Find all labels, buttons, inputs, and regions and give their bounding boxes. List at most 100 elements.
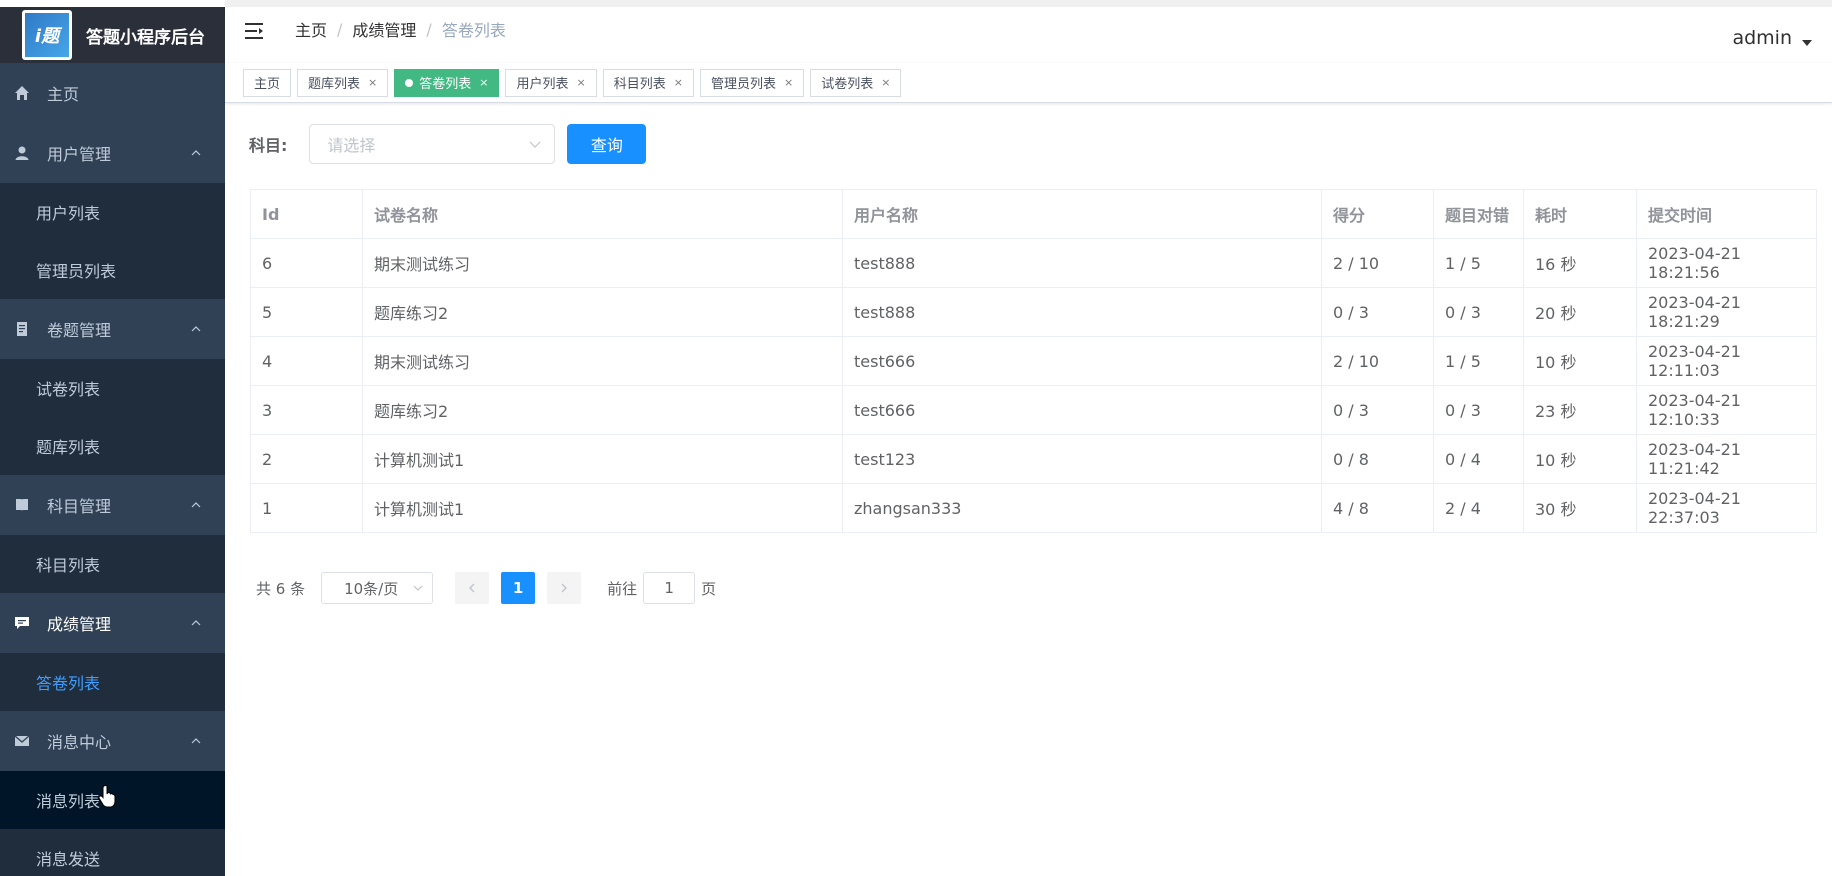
mail-icon <box>14 733 30 749</box>
cell-user-name: test666 <box>842 385 1322 435</box>
cell-user-name: test888 <box>842 238 1322 288</box>
tag-question-bank-list[interactable]: 题库列表 × <box>297 68 389 97</box>
table-row[interactable]: 5 题库练习2 test888 0 / 3 0 / 3 20 秒 2023-04… <box>250 287 1817 337</box>
sidebar-item-label: 主页 <box>47 85 80 104</box>
sidebar-item-paper-management[interactable]: 卷题管理 <box>0 299 225 359</box>
table-row[interactable]: 3 题库练习2 test666 0 / 3 0 / 3 23 秒 2023-04… <box>250 385 1817 435</box>
subject-label: 科目: <box>249 136 288 155</box>
tag-answer-list[interactable]: 答卷列表 × <box>394 68 500 97</box>
tag-home[interactable]: 主页 <box>243 68 292 97</box>
column-header-id[interactable]: Id <box>250 189 363 239</box>
cell-submit-time: 2023-04-21 12:10:33 <box>1636 385 1817 435</box>
answer-table: Id 试卷名称 用户名称 得分 题目对错 耗时 提交时间 6 期末测试练习 te… <box>250 189 1817 533</box>
tag-admin-list[interactable]: 管理员列表 × <box>699 68 805 97</box>
chevron-down-icon <box>413 585 423 591</box>
sidebar-item-score-management[interactable]: 成绩管理 <box>0 593 225 653</box>
close-icon[interactable]: × <box>784 76 793 89</box>
breadcrumb-current: 答卷列表 <box>441 21 506 40</box>
close-icon[interactable]: × <box>368 76 377 89</box>
table-row[interactable]: 1 计算机测试1 zhangsan333 4 / 8 2 / 4 30 秒 20… <box>250 483 1817 533</box>
close-icon[interactable]: × <box>479 76 488 89</box>
cell-submit-time: 2023-04-21 12:11:03 <box>1636 336 1817 386</box>
cell-id: 2 <box>250 434 363 484</box>
pagination-jumper: 前往 1 页 <box>607 572 716 604</box>
user-menu[interactable]: admin <box>1732 27 1812 49</box>
chevron-left-icon <box>469 583 475 593</box>
tag-label: 题库列表 <box>308 77 361 92</box>
hamburger-icon[interactable] <box>245 22 267 40</box>
goto-page-input[interactable]: 1 <box>643 572 696 604</box>
cell-paper-name: 期末测试练习 <box>362 336 843 386</box>
chevron-up-icon <box>191 326 201 332</box>
cell-score: 2 / 10 <box>1321 336 1434 386</box>
column-header-correct-ratio[interactable]: 题目对错 <box>1433 189 1524 239</box>
sidebar-item-label: 成绩管理 <box>47 615 112 634</box>
sidebar-item-home[interactable]: 主页 <box>0 63 225 123</box>
tag-label: 主页 <box>254 77 281 92</box>
page-size-value: 10条/页 <box>344 579 399 598</box>
cell-duration: 23 秒 <box>1523 385 1637 435</box>
cell-correct-ratio: 0 / 3 <box>1433 287 1524 337</box>
sidebar-item-message-center[interactable]: 消息中心 <box>0 711 225 771</box>
sidebar-item-user-list[interactable]: 用户列表 <box>0 183 225 241</box>
subject-select[interactable]: 请选择 <box>309 124 556 164</box>
prev-page-button[interactable] <box>455 572 490 604</box>
table-row[interactable]: 6 期末测试练习 test888 2 / 10 1 / 5 16 秒 2023-… <box>250 238 1817 288</box>
cell-paper-name: 题库练习2 <box>362 385 843 435</box>
tag-label: 试卷列表 <box>821 77 874 92</box>
tag-subject-list[interactable]: 科目列表 × <box>602 68 694 97</box>
table-row[interactable]: 2 计算机测试1 test123 0 / 8 0 / 4 10 秒 2023-0… <box>250 434 1817 484</box>
chevron-up-icon <box>191 150 201 156</box>
sidebar-item-subject-list[interactable]: 科目列表 <box>0 535 225 593</box>
next-page-button[interactable] <box>547 572 582 604</box>
sidebar-item-user-management[interactable]: 用户管理 <box>0 123 225 183</box>
sidebar-item-question-bank-list[interactable]: 题库列表 <box>0 417 225 475</box>
sidebar-item-label: 卷题管理 <box>47 321 112 340</box>
sidebar-item-admin-list[interactable]: 管理员列表 <box>0 241 225 299</box>
chevron-up-icon <box>191 502 201 508</box>
cell-duration: 10 秒 <box>1523 434 1637 484</box>
tag-user-list[interactable]: 用户列表 × <box>505 68 597 97</box>
breadcrumb-separator: / <box>426 19 432 39</box>
chat-icon <box>14 615 30 631</box>
sidebar-item-message-send[interactable]: 消息发送 <box>0 829 225 876</box>
sidebar-item-label: 消息中心 <box>47 733 112 752</box>
cell-id: 6 <box>250 238 363 288</box>
sidebar-item-answer-list[interactable]: 答卷列表 <box>0 653 225 711</box>
breadcrumb-home[interactable]: 主页 <box>295 17 327 41</box>
column-header-duration[interactable]: 耗时 <box>1523 189 1637 239</box>
cell-id: 5 <box>250 287 363 337</box>
column-header-submit-time[interactable]: 提交时间 <box>1636 189 1817 239</box>
close-icon[interactable]: × <box>881 76 890 89</box>
brand[interactable]: i题 答题小程序后台 <box>0 0 225 63</box>
page-number-button[interactable]: 1 <box>501 572 536 604</box>
cell-correct-ratio: 0 / 3 <box>1433 385 1524 435</box>
sidebar-item-paper-list[interactable]: 试卷列表 <box>0 359 225 417</box>
pagination-total: 共 6 条 <box>256 579 306 598</box>
column-header-user-name[interactable]: 用户名称 <box>842 189 1322 239</box>
query-button[interactable]: 查询 <box>567 124 647 164</box>
tag-label: 用户列表 <box>516 77 569 92</box>
chevron-right-icon <box>561 583 568 593</box>
book-icon <box>14 497 30 513</box>
username: admin <box>1732 27 1792 49</box>
chevron-down-icon <box>529 141 541 148</box>
tag-paper-list[interactable]: 试卷列表 × <box>810 68 902 97</box>
close-icon[interactable]: × <box>674 76 683 89</box>
sidebar-item-label: 用户管理 <box>47 145 112 164</box>
cell-paper-name: 期末测试练习 <box>362 238 843 288</box>
cell-correct-ratio: 2 / 4 <box>1433 483 1524 533</box>
page-size-select[interactable]: 10条/页 <box>321 572 434 604</box>
column-header-score[interactable]: 得分 <box>1321 189 1434 239</box>
cell-score: 2 / 10 <box>1321 238 1434 288</box>
close-icon[interactable]: × <box>577 76 586 89</box>
cell-duration: 30 秒 <box>1523 483 1637 533</box>
column-header-paper-name[interactable]: 试卷名称 <box>362 189 843 239</box>
sidebar-item-subject-management[interactable]: 科目管理 <box>0 475 225 535</box>
table-row[interactable]: 4 期末测试练习 test666 2 / 10 1 / 5 10 秒 2023-… <box>250 336 1817 386</box>
cell-correct-ratio: 1 / 5 <box>1433 238 1524 288</box>
pagination: 共 6 条 10条/页 1 前往 1 页 <box>256 572 716 604</box>
breadcrumb-score-management[interactable]: 成绩管理 <box>352 17 416 41</box>
active-dot-icon <box>405 78 414 87</box>
goto-suffix: 页 <box>701 579 717 598</box>
